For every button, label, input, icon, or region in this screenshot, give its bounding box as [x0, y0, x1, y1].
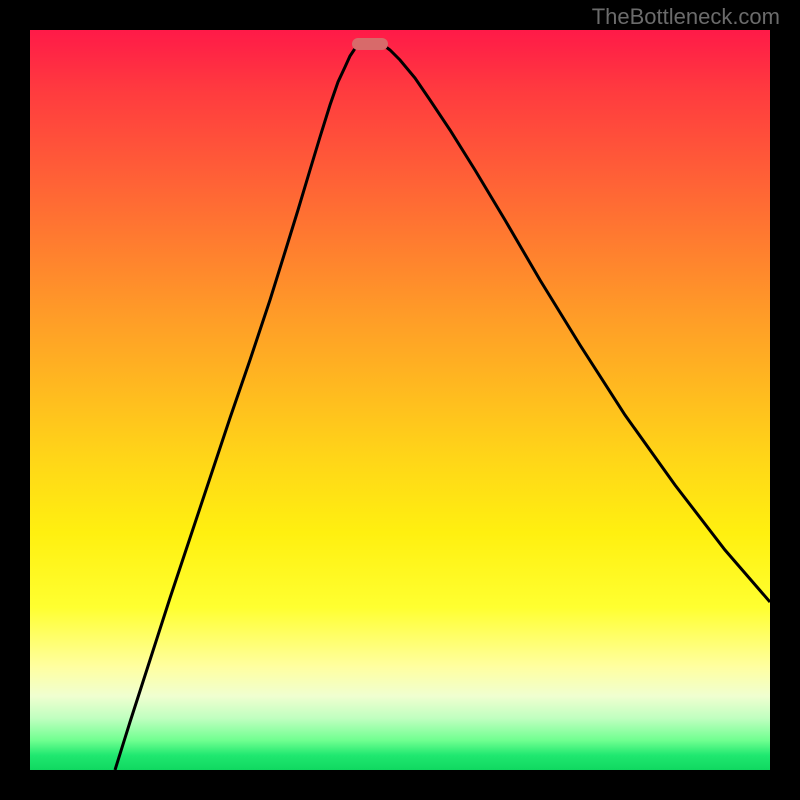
watermark: TheBottleneck.com: [592, 4, 780, 30]
chart-frame: [0, 0, 800, 800]
